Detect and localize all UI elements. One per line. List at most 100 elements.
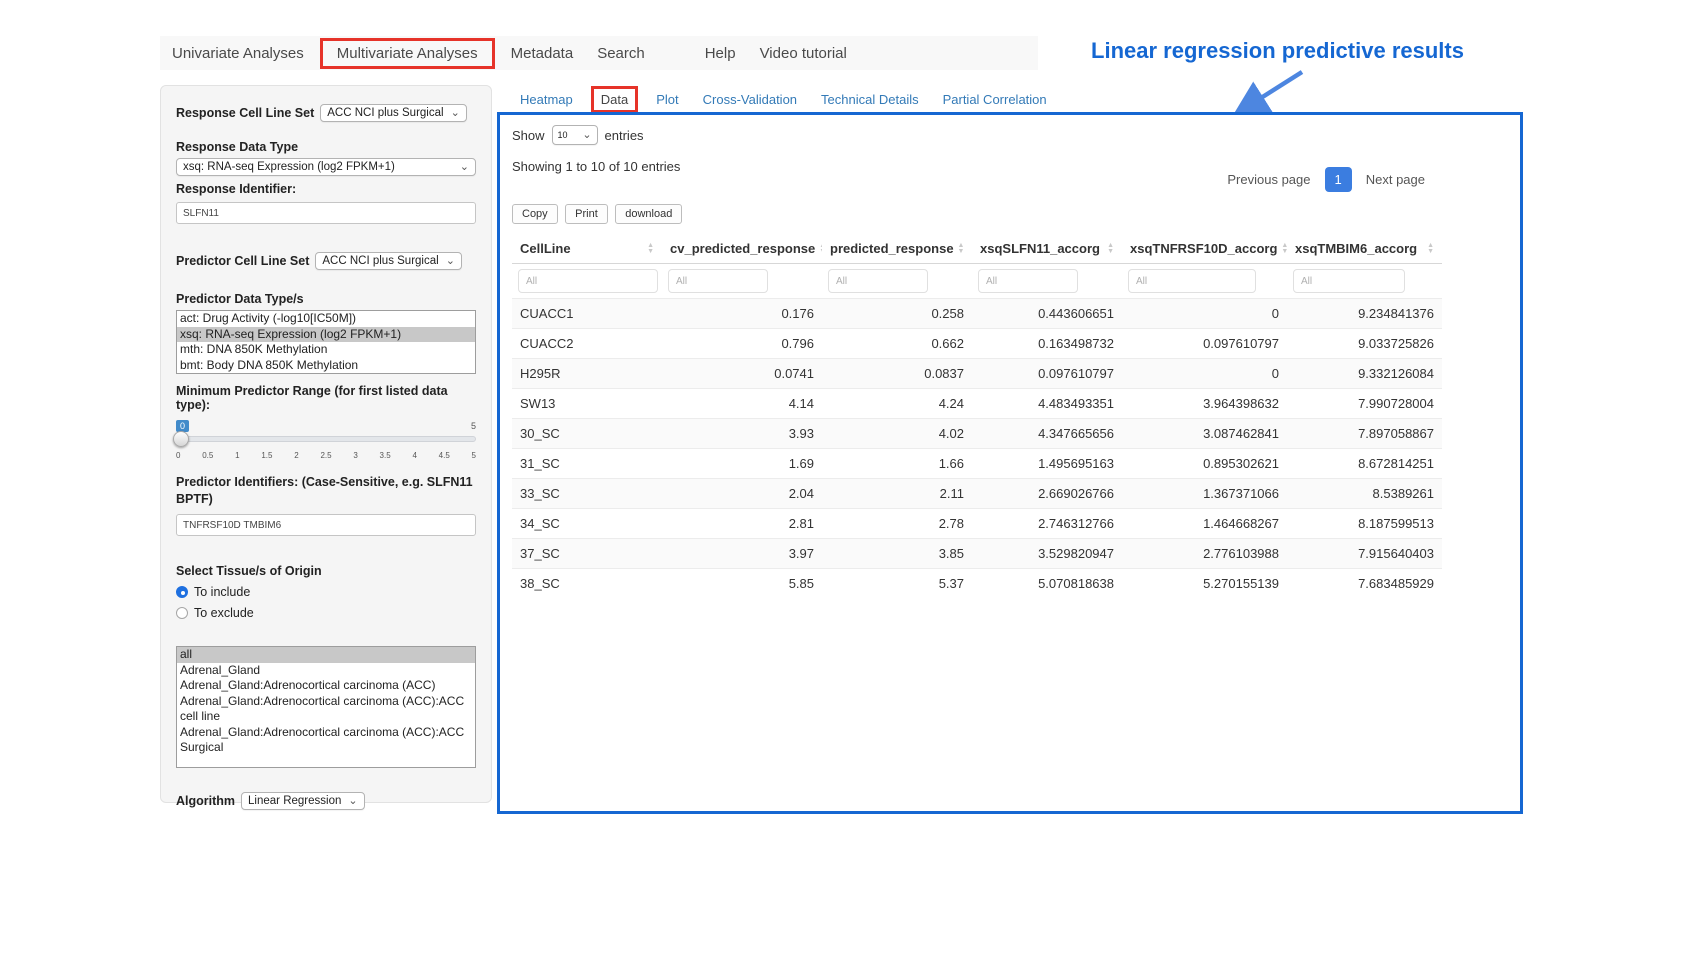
table-row[interactable]: 37_SC3.973.853.5298209472.7761039887.915…: [512, 538, 1442, 568]
page-length-value: 10: [558, 130, 568, 140]
nav-univariate-analyses[interactable]: Univariate Analyses: [160, 45, 316, 62]
page-length-select[interactable]: 10: [552, 125, 598, 145]
print-button[interactable]: Print: [565, 204, 608, 224]
entries-label: entries: [605, 128, 644, 143]
annotation-text: Linear regression predictive results: [1060, 38, 1495, 64]
column-header-cv-predicted-response[interactable]: cv_predicted_response: [662, 234, 822, 263]
copy-button[interactable]: Copy: [512, 204, 558, 224]
min-predictor-range-slider[interactable]: 0 5 0 0.5 1 1.5 2 2.5 3 3.5 4 4.5 5: [176, 420, 476, 466]
cell-value: 2.78: [822, 509, 972, 538]
predictor-identifiers-input[interactable]: [176, 514, 476, 536]
table-row[interactable]: 34_SC2.812.782.7463127661.4646682678.187…: [512, 508, 1442, 538]
table-row[interactable]: SW134.144.244.4834933513.9643986327.9907…: [512, 388, 1442, 418]
cell-value: 0.258: [822, 299, 972, 328]
cell-line-name: 34_SC: [512, 509, 662, 538]
slider-tick: 1: [235, 451, 239, 460]
cell-value: 2.746312766: [972, 509, 1122, 538]
cell-value: 7.897058867: [1287, 419, 1442, 448]
cell-value: 5.070818638: [972, 569, 1122, 598]
results-panel: Show 10 entries Showing 1 to 10 of 10 en…: [497, 112, 1523, 814]
slider-track[interactable]: [176, 436, 476, 442]
table-row[interactable]: 31_SC1.691.661.4956951630.8953026218.672…: [512, 448, 1442, 478]
table-row[interactable]: 38_SC5.855.375.0708186385.2701551397.683…: [512, 568, 1442, 598]
column-header-label: xsqTMBIM6_accorg: [1295, 241, 1417, 256]
nav-multivariate-analyses[interactable]: Multivariate Analyses: [325, 45, 490, 62]
predictor-data-type-option[interactable]: bmt: Body DNA 850K Methylation: [177, 358, 475, 374]
sort-icon[interactable]: [1107, 243, 1114, 255]
response-cell-line-set-select[interactable]: ACC NCI plus Surgical: [320, 104, 467, 122]
cell-value: 4.483493351: [972, 389, 1122, 418]
response-cell-line-set-value: ACC NCI plus Surgical: [327, 107, 443, 119]
tab-technical-details[interactable]: Technical Details: [821, 92, 919, 107]
tissue-option[interactable]: Adrenal_Gland: [177, 663, 475, 679]
cell-value: 3.85: [822, 539, 972, 568]
slider-tick: 3.5: [380, 451, 391, 460]
algorithm-select[interactable]: Linear Regression: [241, 792, 365, 810]
cell-value: 0.0741: [662, 359, 822, 388]
predictor-cell-line-set-select[interactable]: ACC NCI plus Surgical: [315, 252, 462, 270]
radio-include[interactable]: [176, 586, 188, 598]
download-button[interactable]: download: [615, 204, 682, 224]
table-row[interactable]: CUACC20.7960.6620.1634987320.0976107979.…: [512, 328, 1442, 358]
slider-tick: 4.5: [439, 451, 450, 460]
radio-exclude-label: To exclude: [194, 606, 254, 620]
filter-input-cellline[interactable]: [518, 269, 658, 293]
predictor-data-type-option[interactable]: act: Drug Activity (-log10[IC50M]): [177, 311, 475, 327]
table-row[interactable]: H295R0.07410.08370.09761079709.332126084: [512, 358, 1442, 388]
tissue-option[interactable]: Adrenal_Gland:Adrenocortical carcinoma (…: [177, 678, 475, 694]
table-row[interactable]: CUACC10.1760.2580.44360665109.234841376: [512, 298, 1442, 328]
tissue-option[interactable]: Adrenal_Gland:Adrenocortical carcinoma (…: [177, 694, 475, 725]
filter-input-xsqtmbim6-accorg[interactable]: [1293, 269, 1405, 293]
tissue-option-all[interactable]: all: [177, 647, 475, 663]
radio-exclude[interactable]: [176, 607, 188, 619]
cell-line-name: 31_SC: [512, 449, 662, 478]
predictor-identifiers-label: Predictor Identifiers: (Case-Sensitive, …: [176, 474, 476, 508]
response-identifier-label: Response Identifier:: [176, 182, 476, 196]
column-header-label: xsqTNFRSF10D_accorg: [1130, 241, 1277, 256]
cell-value: 0.895302621: [1122, 449, 1287, 478]
table-row[interactable]: 33_SC2.042.112.6690267661.3673710668.538…: [512, 478, 1442, 508]
nav-video-tutorial[interactable]: Video tutorial: [748, 45, 859, 62]
predictor-data-type-option[interactable]: mth: DNA 850K Methylation: [177, 342, 475, 358]
tissue-exclude-radio-row[interactable]: To exclude: [176, 606, 476, 620]
cell-value: 7.915640403: [1287, 539, 1442, 568]
tab-data[interactable]: Data: [601, 92, 628, 107]
tab-heatmap[interactable]: Heatmap: [520, 92, 573, 107]
sort-icon[interactable]: [647, 243, 654, 255]
sort-icon[interactable]: [958, 243, 965, 255]
tissue-option[interactable]: Adrenal_Gland:Adrenocortical carcinoma (…: [177, 725, 475, 756]
tab-partial-correlation[interactable]: Partial Correlation: [943, 92, 1047, 107]
column-header-xsqslfn11-accorg[interactable]: xsqSLFN11_accorg: [972, 234, 1122, 263]
nav-help[interactable]: Help: [693, 45, 748, 62]
filter-input-cv-predicted-response[interactable]: [668, 269, 768, 293]
response-data-type-select[interactable]: xsq: RNA-seq Expression (log2 FPKM+1): [176, 158, 476, 176]
filter-input-xsqtnfrsf10d-accorg[interactable]: [1128, 269, 1256, 293]
show-entries-control: Show 10 entries: [512, 125, 1508, 145]
filter-input-predicted-response[interactable]: [828, 269, 928, 293]
cell-value: 1.464668267: [1122, 509, 1287, 538]
filter-input-xsqslfn11-accorg[interactable]: [978, 269, 1078, 293]
table-row[interactable]: 30_SC3.934.024.3476656563.0874628417.897…: [512, 418, 1442, 448]
slider-handle[interactable]: [173, 431, 189, 447]
previous-page-button[interactable]: Previous page: [1218, 167, 1319, 192]
algorithm-value: Linear Regression: [248, 795, 341, 807]
column-header-label: predicted_response: [830, 241, 954, 256]
column-header-predicted-response[interactable]: predicted_response: [822, 234, 972, 263]
column-header-xsqtmbim6-accorg[interactable]: xsqTMBIM6_accorg: [1287, 234, 1442, 263]
cell-value: 7.990728004: [1287, 389, 1442, 418]
tab-plot[interactable]: Plot: [656, 92, 678, 107]
nav-metadata[interactable]: Metadata: [499, 45, 586, 62]
nav-search[interactable]: Search: [585, 45, 657, 62]
tissue-include-radio-row[interactable]: To include: [176, 585, 476, 599]
slider-tick: 4: [412, 451, 416, 460]
column-header-xsqtnfrsf10d-accorg[interactable]: xsqTNFRSF10D_accorg: [1122, 234, 1287, 263]
tab-cross-validation[interactable]: Cross-Validation: [703, 92, 797, 107]
chevron-down-icon: [582, 130, 591, 140]
response-identifier-input[interactable]: [176, 202, 476, 224]
cell-value: 0.176: [662, 299, 822, 328]
predictor-data-type-option-selected[interactable]: xsq: RNA-seq Expression (log2 FPKM+1): [177, 327, 475, 343]
column-header-cellline[interactable]: CellLine: [512, 234, 662, 263]
sort-icon[interactable]: [1427, 243, 1434, 255]
current-page-button[interactable]: 1: [1325, 167, 1352, 192]
next-page-button[interactable]: Next page: [1357, 167, 1434, 192]
